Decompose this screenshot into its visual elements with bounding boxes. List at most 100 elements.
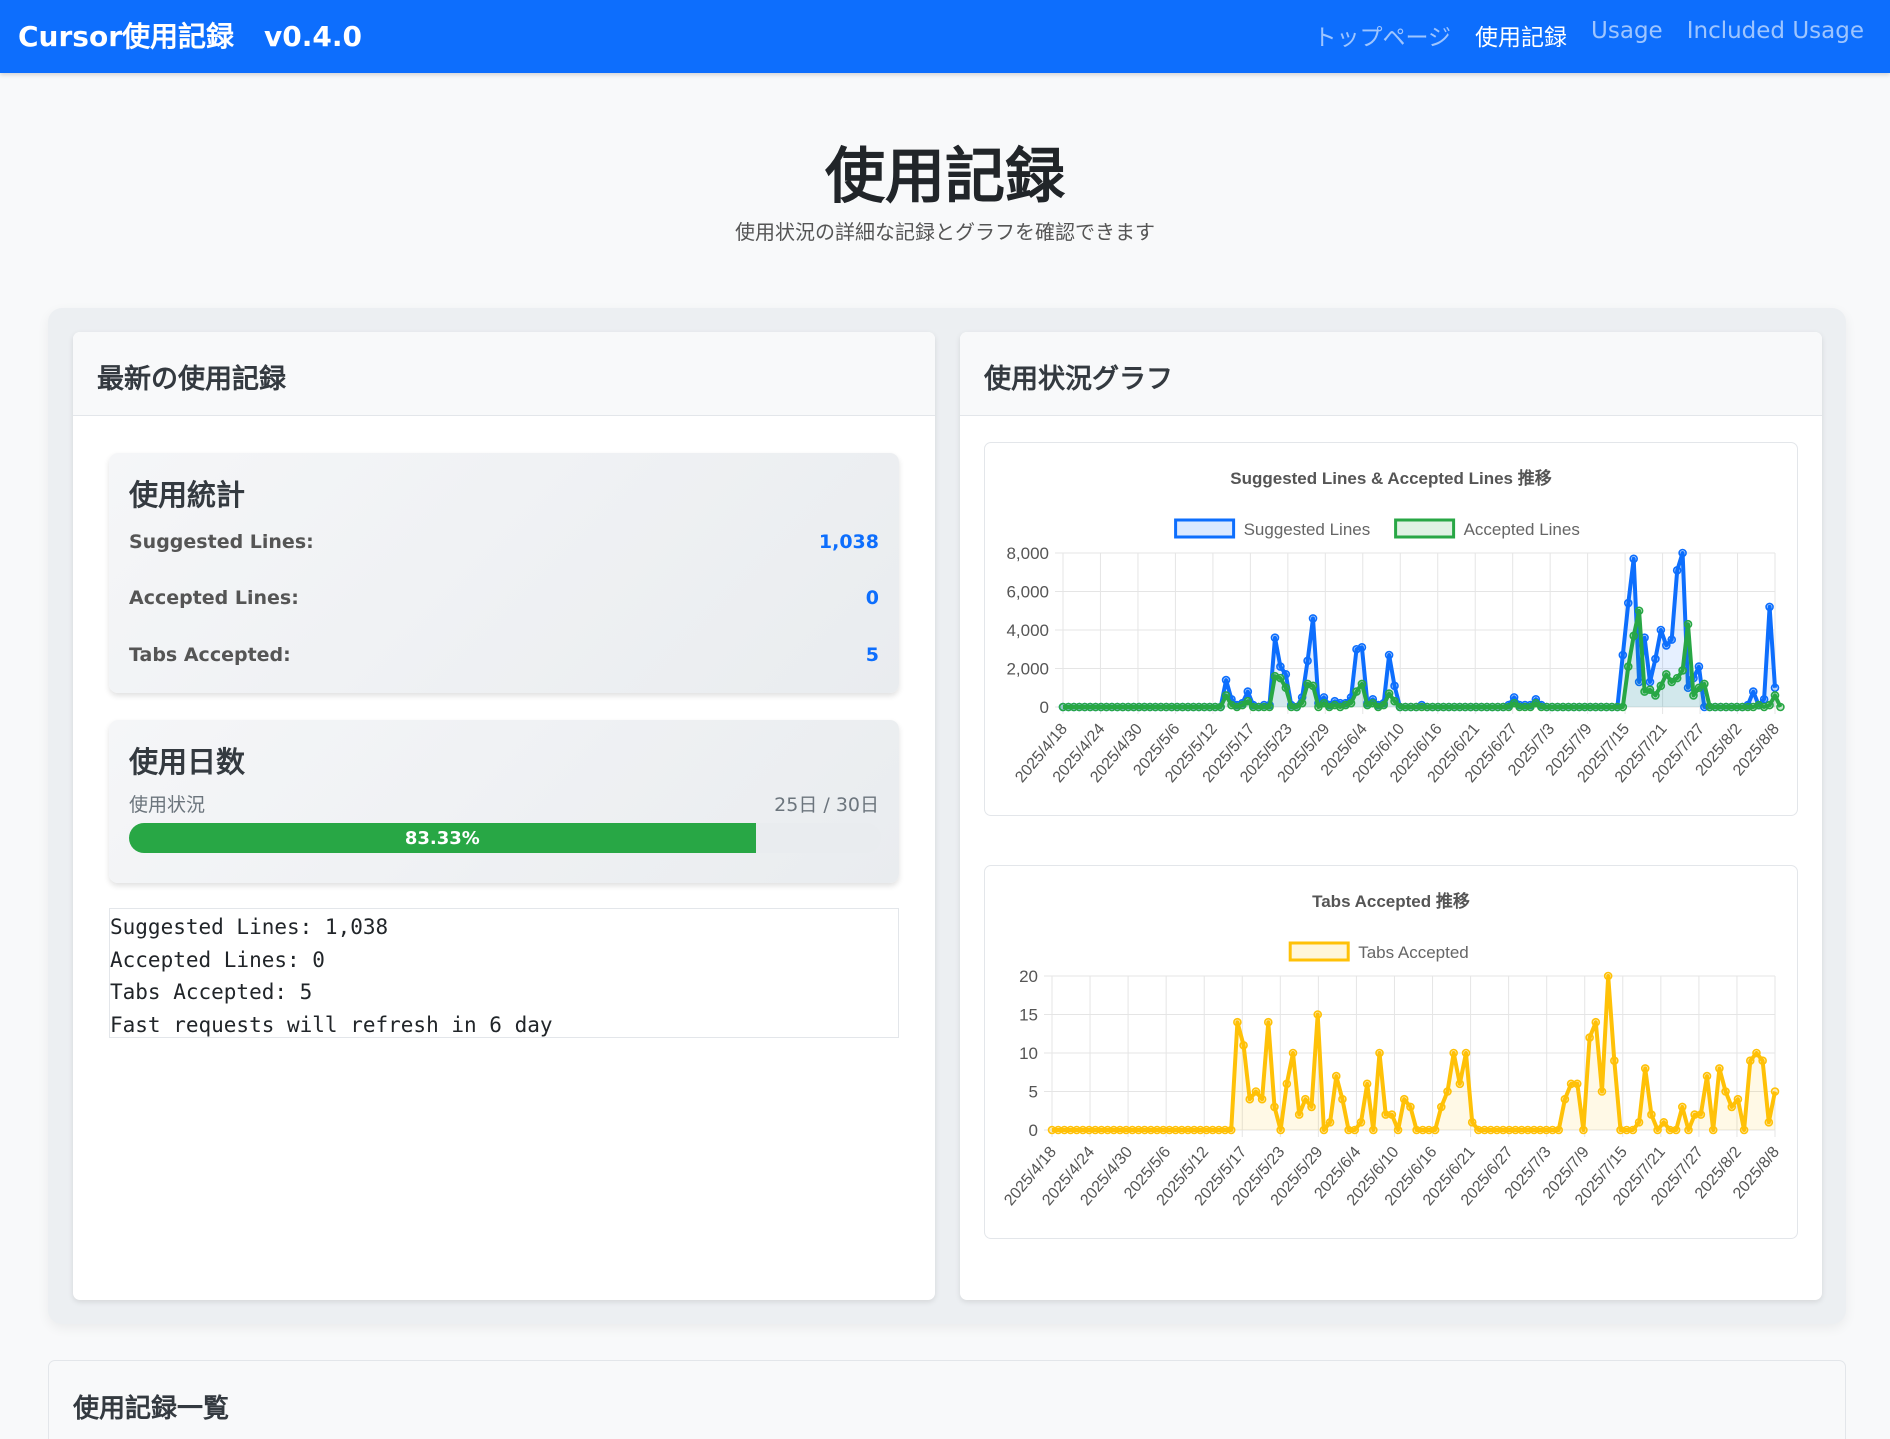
nav-link-top[interactable]: トップページ [1313,18,1451,52]
data-point [1276,1125,1285,1135]
data-point [1591,1017,1601,1027]
top-navbar: Cursor使用記録 v0.4.0 トップページ 使用記録 Usage Inclu… [0,0,1890,73]
tabs-chart-container: Tabs Accepted 推移 Tabs Accepted 0 5 10 15 20 202… [984,865,1798,1239]
data-point [1661,669,1671,679]
data-point [1656,625,1666,635]
data-point [1384,689,1394,698]
data-point [1623,662,1633,671]
data-point [1702,1071,1712,1081]
nav-link-included-usage[interactable]: Included Usage [1687,18,1864,52]
progress-label-row: 使用状況 25日 / 30日 [129,790,879,817]
data-point [1443,1087,1452,1096]
version-label: v0.4.0 [264,20,362,53]
data-point [1618,650,1628,660]
usage-days-count: 25日 / 30日 [774,794,879,816]
data-point [1375,1048,1384,1058]
chart-title: Suggested Lines & Accepted Lines 推移 [1230,468,1552,488]
chart-title: Tabs Accepted 推移 [1312,891,1470,911]
data-point [1282,1079,1292,1089]
y-tick-label: 5 [1029,1083,1038,1102]
data-point [1603,971,1613,981]
y-tick-label: 20 [1019,967,1038,986]
data-point [1270,1102,1279,1112]
data-point [1430,1125,1440,1135]
data-point [1406,1102,1415,1112]
data-point [1640,1064,1650,1073]
raw-line: Suggested Lines: 1,038 [110,915,389,939]
data-point [1752,1048,1761,1058]
y-tick-label: 0 [1029,1121,1038,1140]
data-point [1554,1125,1564,1135]
data-point [1597,1087,1607,1096]
data-point [1369,1125,1378,1135]
data-point [1770,1087,1780,1096]
data-point [1221,691,1231,700]
data-point [1221,675,1231,685]
usage-stats-box: 使用統計 Suggested Lines: 1,038 Accepted Lin… [109,453,899,693]
data-point [1628,1125,1638,1135]
usage-list-title: 使用記録一覧 [73,1394,230,1424]
nav-link-usage-records[interactable]: 使用記録 [1475,18,1567,52]
data-point [1671,1125,1681,1135]
data-point [1715,1064,1724,1073]
usage-days-title: 使用日数 [129,745,246,779]
data-point [1770,683,1780,693]
data-point [1776,702,1785,712]
data-point [1629,631,1638,641]
data-point [1239,1041,1248,1050]
stat-label: Tabs Accepted: [129,644,291,666]
data-point [1661,641,1671,650]
data-point [1678,1102,1687,1112]
data-point [1387,1110,1397,1119]
data-point [1672,673,1682,683]
data-point [1684,1125,1693,1135]
stat-value: 0 [865,587,879,609]
lines-chart: Suggested Lines & Accepted Lines 推移 Sugge… [1006,468,1785,786]
brand[interactable]: Cursor使用記録 v0.4.0 [18,15,362,55]
data-point [1243,687,1253,696]
data-point [1357,679,1367,689]
usage-progress-bar: 83.33% [129,823,756,853]
latest-usage-card: 最新の使用記録 使用統計 Suggested Lines: 1,038 Acce… [73,332,935,1300]
data-point [1748,687,1758,696]
page-subtitle: 使用状況の詳細な記録とグラフを確認できます [735,220,1155,244]
data-point [1585,1033,1594,1042]
usage-progress: 83.33% [129,823,881,853]
data-point [1694,662,1704,671]
data-point [1276,673,1285,683]
data-point [1346,698,1356,708]
data-point [1319,1125,1329,1135]
data-point [1437,1102,1446,1112]
data-point [1384,650,1394,660]
data-point [1651,654,1660,664]
data-point [1251,1087,1261,1096]
nav-link-usage[interactable]: Usage [1591,18,1663,52]
usage-status-label: 使用状況 [129,794,206,816]
nav-links: トップページ 使用記録 Usage Included Usage [1313,18,1864,52]
data-point [1683,619,1693,629]
data-point [1233,1017,1242,1027]
data-point [1303,656,1312,666]
data-point [1288,1048,1298,1058]
stat-row-tabs: Tabs Accepted: 5 [129,644,879,666]
data-point [1265,702,1274,712]
data-point [1634,606,1644,616]
y-tick-label: 10 [1019,1044,1038,1063]
data-point [1689,691,1698,700]
data-point [1276,662,1285,671]
data-point [1745,1056,1755,1065]
data-point [1672,566,1682,575]
data-point [1245,1094,1255,1104]
data-point [1331,1071,1341,1081]
data-point [1623,598,1633,608]
data-point [1656,681,1666,691]
data-point [1226,1125,1236,1135]
data-point [1307,1102,1316,1112]
data-point [1610,1056,1619,1065]
data-point [1308,614,1318,623]
data-point [1758,1056,1767,1065]
data-point [1313,1010,1323,1019]
data-point [1449,1048,1458,1058]
data-point [1653,1125,1662,1135]
data-point [1618,702,1628,712]
